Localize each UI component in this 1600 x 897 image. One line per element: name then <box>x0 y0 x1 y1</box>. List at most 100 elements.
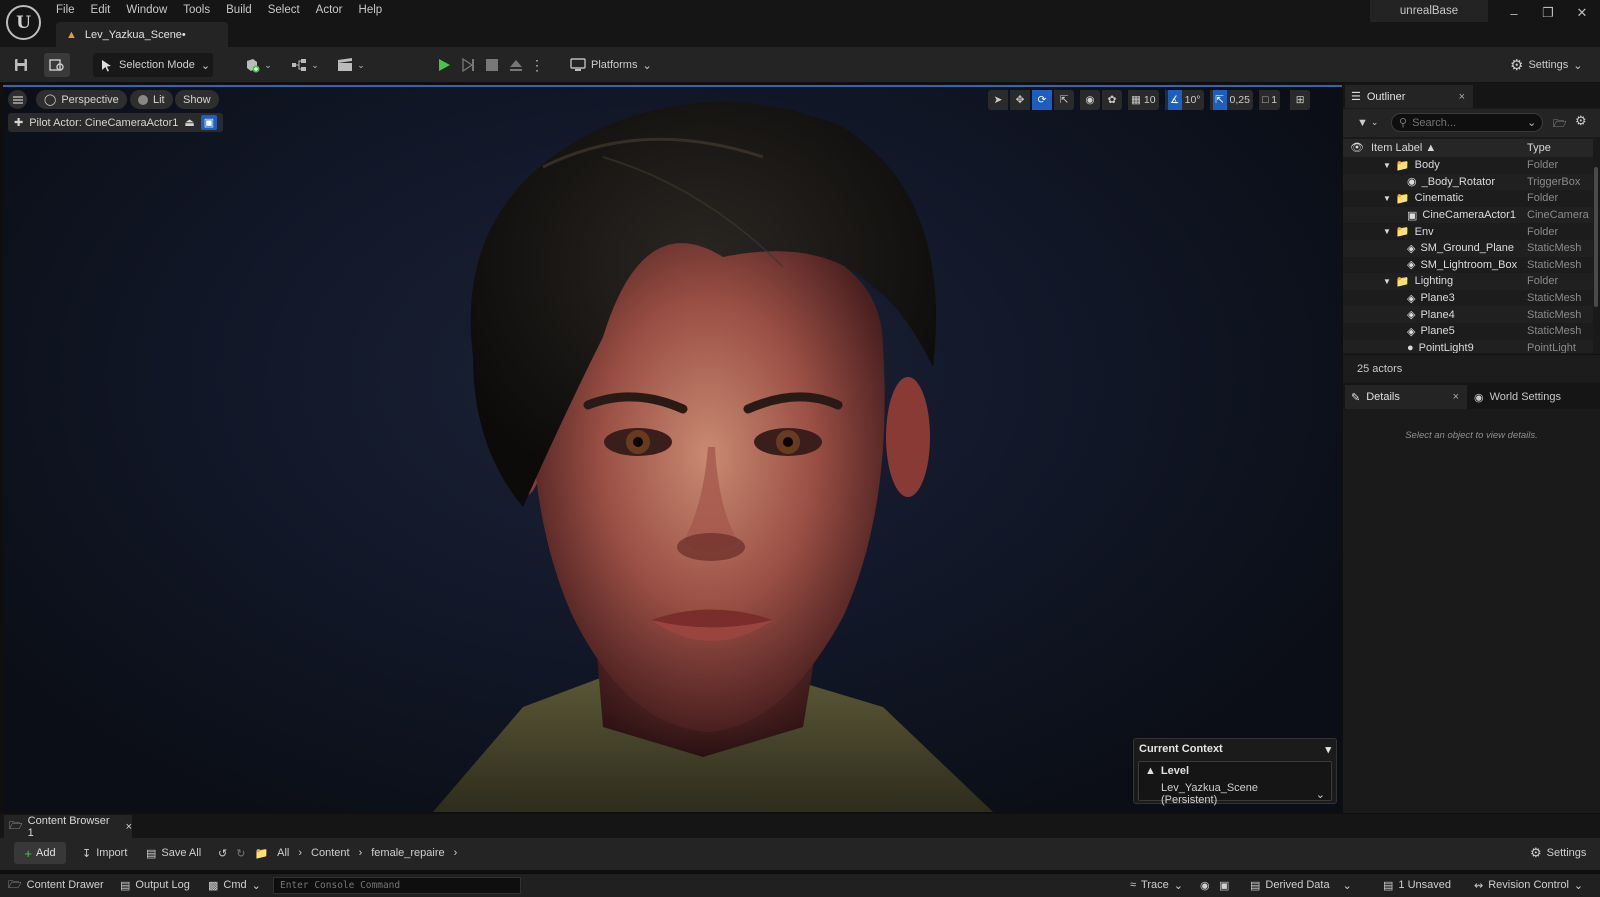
list-item[interactable]: ◈ SM_Ground_Plane StaticMesh <box>1343 239 1593 257</box>
breadcrumb-all[interactable]: All <box>277 847 289 859</box>
list-item[interactable]: ▣ CineCameraActor1 CineCamera <box>1343 206 1593 224</box>
rotate-tool-icon[interactable]: ⟳ <box>1032 90 1052 110</box>
close-icon[interactable]: ✕ <box>1565 0 1599 26</box>
item-label-column[interactable]: Item Label ▲ <box>1371 142 1436 154</box>
trace-dropdown[interactable]: ≈ Trace ⌄ <box>1130 873 1183 897</box>
gear-icon[interactable]: ⚙ <box>1575 113 1587 129</box>
chevron-right-icon[interactable]: › <box>298 847 302 859</box>
content-settings-button[interactable]: ⚙ Settings <box>1530 842 1586 864</box>
breadcrumb-female-repaire[interactable]: female_repaire <box>371 847 444 859</box>
play-icon[interactable] <box>433 53 455 77</box>
breadcrumb: ↺ ↻ 📁 All › Content › female_repaire › <box>218 842 457 864</box>
chevron-right-icon[interactable]: › <box>359 847 363 859</box>
selection-mode-dropdown[interactable]: Selection Mode ⌄ <box>93 53 213 77</box>
list-item[interactable]: ◉ _Body_Rotator TriggerBox <box>1343 173 1593 191</box>
unsaved-button[interactable]: ▤ 1 Unsaved <box>1383 873 1451 897</box>
revision-control-dropdown[interactable]: ↭ Revision Control ⌄ <box>1474 873 1583 897</box>
list-item[interactable]: ● PointLight9 PointLight <box>1343 339 1593 353</box>
menu-help[interactable]: Help <box>351 0 391 20</box>
menu-window[interactable]: Window <box>118 0 175 20</box>
eye-icon[interactable]: 👁 <box>1350 141 1364 154</box>
output-log-button[interactable]: ▤ Output Log <box>120 873 190 897</box>
screenshot-icon[interactable]: ▣ <box>1219 873 1229 897</box>
menu-build[interactable]: Build <box>218 0 260 20</box>
console-command-field[interactable] <box>273 877 521 894</box>
list-item[interactable]: ◈ Plane3 StaticMesh <box>1343 289 1593 307</box>
list-item[interactable]: ▼ 📁 Cinematic Folder <box>1343 190 1593 207</box>
menu-actor[interactable]: Actor <box>308 0 351 20</box>
filter-button[interactable]: ▼ ⌄ <box>1357 113 1378 132</box>
restore-icon[interactable]: ❐ <box>1531 0 1565 26</box>
cmd-dropdown[interactable]: ▩ Cmd ⌄ <box>208 873 261 897</box>
scale-snap-icon: ⇱ <box>1212 90 1227 110</box>
rotation-snap-button[interactable]: ∡ 10° <box>1164 90 1204 110</box>
browse-icon[interactable] <box>44 53 70 77</box>
level-viewport[interactable] <box>3 87 1342 812</box>
close-tab-icon[interactable]: × <box>126 821 132 833</box>
camera-view-icon[interactable]: ▣ <box>200 115 218 130</box>
lit-button[interactable]: Lit <box>130 90 173 109</box>
grid-snap-button[interactable]: ▦ 10 <box>1128 90 1159 110</box>
outliner-search[interactable]: ⚲ ⌄ <box>1391 113 1543 132</box>
menu-select[interactable]: Select <box>260 0 308 20</box>
surface-snap-icon[interactable]: ✿ <box>1102 90 1122 110</box>
list-item[interactable]: ▼ 📁 Body Folder <box>1343 157 1593 174</box>
type-column[interactable]: Type <box>1527 142 1551 154</box>
stop-icon[interactable] <box>481 53 503 77</box>
menu-file[interactable]: File <box>48 0 83 20</box>
tab-content-browser[interactable]: 🗁 Content Browser 1 × <box>4 815 132 839</box>
blueprint-icon[interactable]: ⌄ <box>288 53 322 77</box>
more-options-icon[interactable]: ⋮ <box>530 53 544 77</box>
add-button[interactable]: + Add <box>14 842 66 864</box>
tab-outliner[interactable]: ☰ Outliner × <box>1345 85 1473 108</box>
minimize-icon[interactable]: – <box>1497 0 1531 26</box>
save-icon[interactable] <box>10 53 32 77</box>
eject-pilot-icon[interactable]: ⏏ <box>184 116 194 129</box>
platforms-dropdown[interactable]: Platforms ⌄ <box>570 53 652 77</box>
forward-icon[interactable]: ↻ <box>236 847 245 860</box>
close-tab-icon[interactable]: × <box>1453 391 1459 403</box>
back-icon[interactable]: ↺ <box>218 847 227 860</box>
perspective-button[interactable]: ◯ Perspective <box>36 90 127 109</box>
tab-details[interactable]: ✎ Details × <box>1345 385 1467 409</box>
scale-snap-button[interactable]: ⇱ 0,25 <box>1209 90 1253 110</box>
record-icon[interactable]: ◉ <box>1200 873 1210 897</box>
scale-tool-icon[interactable]: ⇱ <box>1054 90 1074 110</box>
derived-data-dropdown[interactable]: ▤ Derived Data ⌄ <box>1250 873 1352 897</box>
viewport-menu-icon[interactable] <box>8 90 27 109</box>
outliner-scrollbar[interactable] <box>1594 167 1598 307</box>
list-item[interactable]: ▼ 📁 Lighting Folder <box>1343 273 1593 290</box>
translate-tool-icon[interactable]: ✥ <box>1010 90 1030 110</box>
camera-speed-button[interactable]: □ 1 <box>1258 90 1281 110</box>
actor-count: 25 actors <box>1343 354 1600 382</box>
list-item[interactable]: ◈ Plane5 StaticMesh <box>1343 322 1593 340</box>
tab-level-document[interactable]: ▲ Lev_Yazkua_Scene• <box>56 22 228 47</box>
settings-dropdown[interactable]: ⚙ Settings ⌄ <box>1510 53 1582 77</box>
console-input[interactable] <box>280 880 515 891</box>
import-button[interactable]: ↧ Import <box>82 842 127 864</box>
unreal-logo-icon[interactable]: U <box>6 5 41 40</box>
save-all-button[interactable]: ▤ Save All <box>146 842 201 864</box>
add-folder-icon[interactable]: 🗁 <box>1553 115 1567 134</box>
menu-edit[interactable]: Edit <box>83 0 119 20</box>
show-button[interactable]: Show <box>175 90 219 109</box>
level-select[interactable]: Lev_Yazkua_Scene (Persistent) ⌄ <box>1145 782 1325 806</box>
tab-world-settings[interactable]: ◉ World Settings <box>1474 385 1561 409</box>
select-tool-icon[interactable]: ➤ <box>988 90 1008 110</box>
viewport-layout-icon[interactable]: ⊞ <box>1290 90 1311 110</box>
close-tab-icon[interactable]: × <box>1459 91 1465 103</box>
current-context-header[interactable]: Current Context ▾ <box>1134 741 1336 757</box>
list-item[interactable]: ◈ Plane4 StaticMesh <box>1343 306 1593 323</box>
step-icon[interactable] <box>457 53 479 77</box>
list-item[interactable]: ▼ 📁 Env Folder <box>1343 223 1593 240</box>
chevron-right-icon[interactable]: › <box>454 847 458 859</box>
breadcrumb-content[interactable]: Content <box>311 847 350 859</box>
list-item[interactable]: ◈ SM_Lightroom_Box StaticMesh <box>1343 256 1593 274</box>
content-drawer-button[interactable]: 🗁 Content Drawer <box>8 873 104 897</box>
cinematics-icon[interactable]: ⌄ <box>334 53 368 77</box>
eject-icon[interactable] <box>505 53 527 77</box>
search-input[interactable] <box>1412 116 1523 129</box>
menu-tools[interactable]: Tools <box>175 0 218 20</box>
add-actor-icon[interactable]: ⌄ <box>240 53 276 77</box>
world-local-icon[interactable]: ◉ <box>1080 90 1100 110</box>
